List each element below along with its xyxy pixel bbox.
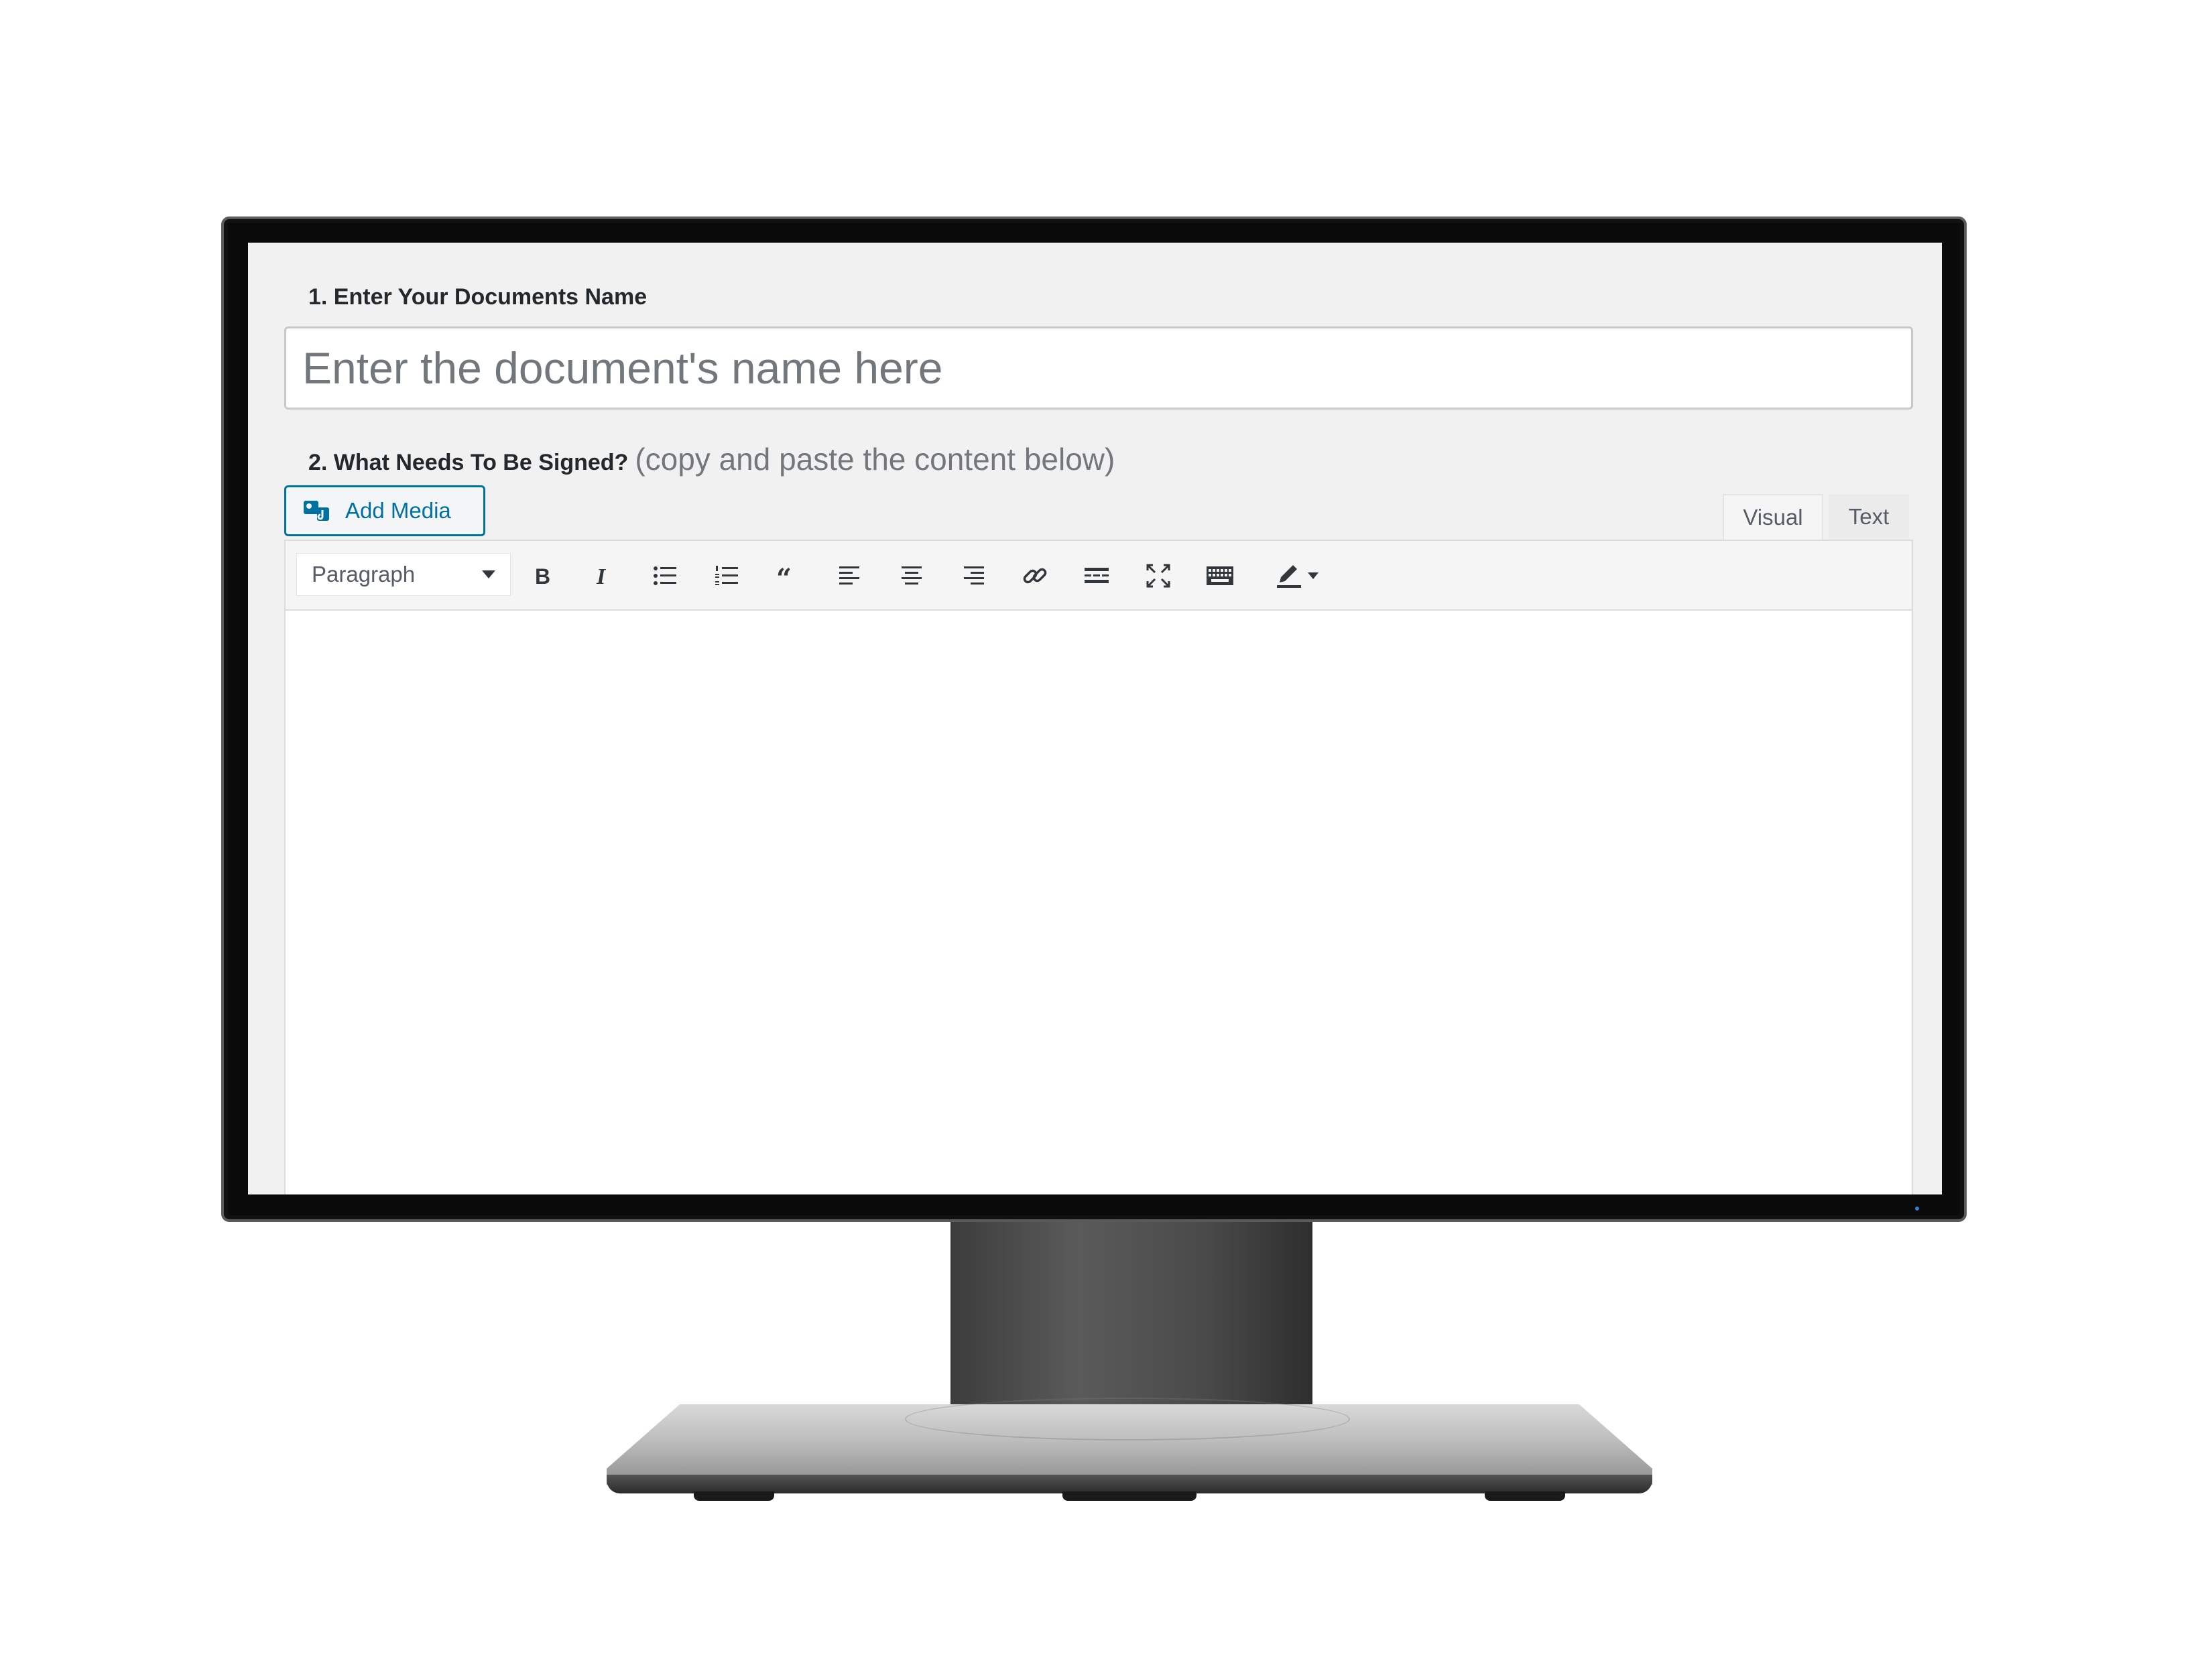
editor-toolbar: Paragraph B I “ bbox=[286, 541, 1912, 611]
align-center-icon bbox=[902, 566, 922, 585]
stand-foot-center bbox=[1062, 1491, 1196, 1501]
text-color-button[interactable] bbox=[1263, 557, 1330, 595]
insert-link-button[interactable] bbox=[1016, 557, 1054, 595]
chevron-down-icon bbox=[1308, 572, 1318, 579]
read-more-button[interactable] bbox=[1078, 557, 1115, 595]
document-name-input[interactable] bbox=[284, 326, 1913, 410]
align-right-button[interactable] bbox=[955, 557, 992, 595]
document-name-label: 1. Enter Your Documents Name bbox=[308, 284, 648, 310]
blockquote-icon: “ bbox=[776, 563, 792, 591]
link-icon bbox=[1023, 568, 1047, 584]
content-editor: Paragraph B I “ bbox=[284, 540, 1913, 1194]
signed-content-title: 2. What Needs To Be Signed? bbox=[308, 450, 629, 475]
italic-button[interactable]: I bbox=[585, 557, 622, 595]
fullscreen-icon bbox=[1146, 564, 1170, 588]
align-left-icon bbox=[839, 566, 859, 585]
chevron-down-icon bbox=[482, 570, 495, 578]
numbered-list-button[interactable] bbox=[708, 557, 745, 595]
blockquote-button[interactable]: “ bbox=[770, 557, 807, 595]
tab-text[interactable]: Text bbox=[1829, 494, 1909, 540]
svg-text:B: B bbox=[535, 564, 550, 589]
stand-foot-left bbox=[694, 1491, 774, 1501]
monitor-stand-neck bbox=[950, 1222, 1312, 1423]
toolbar-toggle-button[interactable] bbox=[1201, 557, 1239, 595]
text-color-icon bbox=[1277, 565, 1301, 588]
fullscreen-button[interactable] bbox=[1140, 557, 1177, 595]
bold-button[interactable]: B bbox=[523, 557, 560, 595]
bulleted-list-icon bbox=[654, 566, 676, 585]
italic-icon: I bbox=[596, 564, 607, 589]
add-media-label: Add Media bbox=[345, 498, 451, 523]
signed-content-hint: (copy and paste the content below) bbox=[635, 442, 1115, 477]
paragraph-format-select[interactable]: Paragraph bbox=[296, 553, 511, 596]
media-icon bbox=[304, 501, 329, 521]
svg-text:I: I bbox=[596, 564, 607, 589]
editor-content-area[interactable] bbox=[286, 611, 1912, 1194]
align-left-button[interactable] bbox=[831, 557, 869, 595]
align-center-button[interactable] bbox=[893, 557, 930, 595]
tab-visual[interactable]: Visual bbox=[1723, 494, 1823, 540]
numbered-list-icon bbox=[715, 566, 738, 585]
monitor-screen: 1. Enter Your Documents Name 2. What Nee… bbox=[248, 243, 1942, 1194]
align-right-icon bbox=[964, 566, 984, 585]
read-more-icon bbox=[1085, 568, 1109, 583]
svg-text:“: “ bbox=[776, 563, 792, 591]
stand-foot-right bbox=[1485, 1491, 1565, 1501]
keyboard-icon bbox=[1207, 566, 1233, 585]
format-select-value: Paragraph bbox=[312, 562, 416, 587]
power-indicator bbox=[1915, 1207, 1919, 1211]
bold-icon: B bbox=[535, 564, 550, 589]
add-media-button[interactable]: Add Media bbox=[284, 485, 485, 536]
bulleted-list-button[interactable] bbox=[646, 557, 684, 595]
signed-content-label: 2. What Needs To Be Signed? (copy and pas… bbox=[308, 441, 1115, 477]
monitor-stand-ring bbox=[905, 1398, 1350, 1440]
monitor-stand-rim bbox=[607, 1475, 1652, 1493]
